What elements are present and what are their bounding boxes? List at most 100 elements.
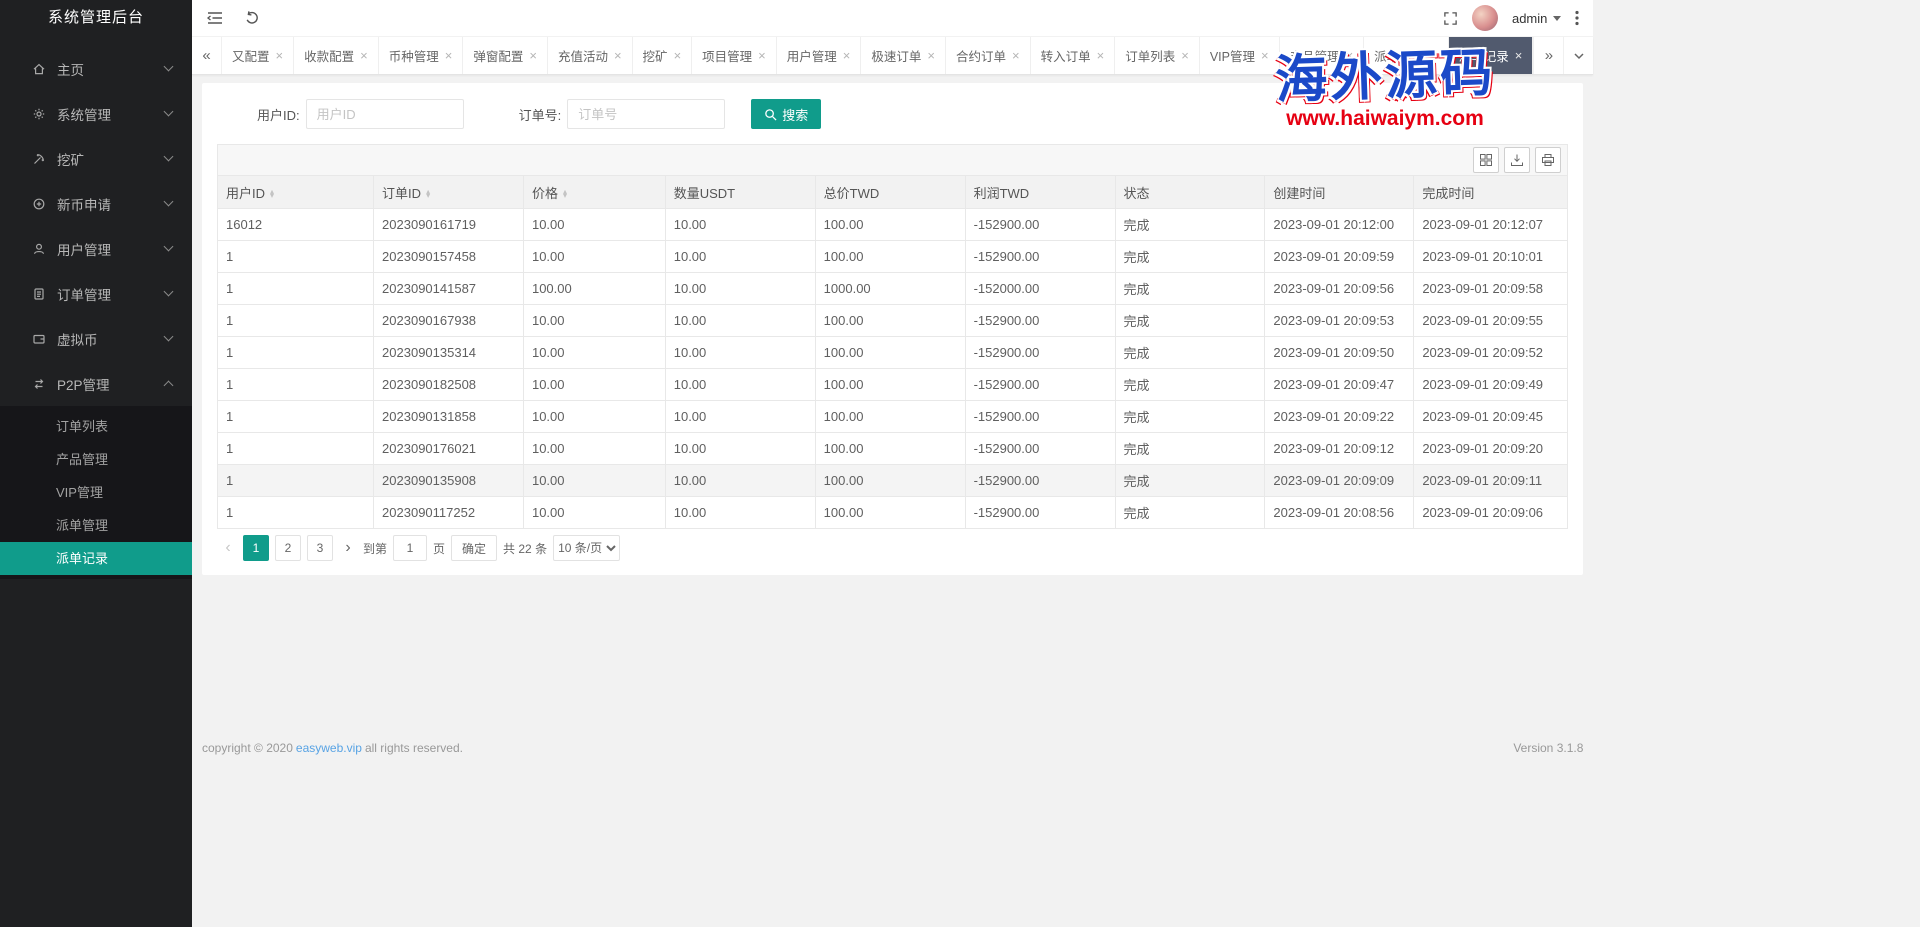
tab-8[interactable]: 极速订单× (861, 37, 946, 74)
sidebar-item-label: 系统管理 (57, 104, 165, 124)
tab-close-icon[interactable]: × (445, 49, 453, 62)
table-row: 1202309011725210.0010.00100.00-152900.00… (218, 497, 1568, 529)
kebab-menu-icon[interactable] (1575, 10, 1579, 26)
tab-3[interactable]: 弹窗配置× (463, 37, 548, 74)
tabs-dropdown-icon[interactable] (1563, 37, 1593, 74)
page-size-select[interactable]: 10 条/页 (553, 535, 620, 561)
pagination-prev-icon[interactable]: ‹ (219, 535, 237, 561)
tab-11[interactable]: 订单列表× (1115, 37, 1200, 74)
sidebar-subitem-order-list[interactable]: 订单列表 (0, 410, 192, 443)
tab-close-icon[interactable]: × (1181, 49, 1189, 62)
tab-1[interactable]: 收款配置× (294, 37, 379, 74)
table-row: 1202309016793810.0010.00100.00-152900.00… (218, 305, 1568, 337)
table-cell: 2023-09-01 20:08:56 (1265, 497, 1414, 529)
pagination-next-icon[interactable]: › (339, 535, 357, 561)
column-header-label: 价格 (532, 186, 558, 201)
tab-close-icon[interactable]: × (529, 49, 537, 62)
column-header-0[interactable]: 用户ID▴▾ (218, 176, 374, 209)
tab-4[interactable]: 充值活动× (548, 37, 633, 74)
sidebar-item-users[interactable]: 用户管理 (0, 226, 192, 271)
tab-close-icon[interactable]: × (1261, 49, 1269, 62)
tab-2[interactable]: 币种管理 × (379, 37, 464, 74)
tab-12[interactable]: VIP管理× (1200, 37, 1280, 74)
tab-label: 币种管理 (389, 46, 439, 65)
table-cell: 100.00 (523, 273, 665, 305)
column-header-1[interactable]: 订单ID ▴▾ (374, 176, 524, 209)
table-cell: 10.00 (523, 337, 665, 369)
user-dropdown[interactable]: admin (1512, 11, 1561, 26)
sidebar-item-system[interactable]: 系统管理 (0, 91, 192, 136)
export-icon[interactable] (1504, 147, 1530, 173)
tab-9[interactable]: 合约订单× (946, 37, 1031, 74)
goto-page-input[interactable] (393, 535, 427, 561)
tab-15[interactable]: 派单记录× (1449, 37, 1534, 74)
pagination-page-3[interactable]: 3 (307, 535, 333, 561)
tab-close-icon[interactable]: × (614, 49, 622, 62)
print-icon[interactable] (1535, 147, 1561, 173)
tab-13[interactable]: 产品管理× (1280, 37, 1365, 74)
filter-columns-icon[interactable] (1473, 147, 1499, 173)
table-cell: -152900.00 (965, 433, 1115, 465)
tab-close-icon[interactable]: × (1346, 49, 1354, 62)
tab-close-icon[interactable]: × (758, 49, 766, 62)
table-cell: 100.00 (815, 337, 965, 369)
easyweb-link[interactable]: easyweb.vip (296, 741, 362, 755)
tab-label: 用户管理 (787, 46, 837, 65)
table-cell: -152900.00 (965, 209, 1115, 241)
fullscreen-icon[interactable] (1443, 11, 1458, 26)
scroll-right-icon[interactable]: » (1533, 37, 1563, 74)
chevron-down-icon (164, 62, 174, 72)
sort-icon[interactable]: ▴▾ (563, 190, 567, 199)
sidebar-item-home[interactable]: 主页 (0, 46, 192, 91)
tab-10[interactable]: 转入订单× (1031, 37, 1116, 74)
search-button[interactable]: 搜索 (751, 99, 821, 129)
tab-close-icon[interactable]: × (1012, 49, 1020, 62)
pagination-page-1[interactable]: 1 (243, 535, 269, 561)
sidebar-item-p2p[interactable]: P2P管理 (0, 361, 192, 406)
tab-close-icon[interactable]: × (1430, 49, 1438, 62)
goto-confirm-button[interactable]: 确定 (451, 535, 497, 561)
sidebar-subitem-product[interactable]: 产品管理 (0, 443, 192, 476)
tab-close-icon[interactable]: × (360, 49, 368, 62)
table-cell: 10.00 (665, 337, 815, 369)
tab-close-icon[interactable]: × (674, 49, 682, 62)
sidebar-item-virtual-coin[interactable]: 虚拟币 (0, 316, 192, 361)
tab-close-icon[interactable]: × (276, 49, 284, 62)
table-cell: 10.00 (665, 433, 815, 465)
sidebar-item-mining[interactable]: 挖矿 (0, 136, 192, 181)
tab-7[interactable]: 用户管理 × (777, 37, 862, 74)
table-cell: 2023-09-01 20:12:07 (1414, 209, 1568, 241)
sidebar-subitem-vip[interactable]: VIP管理 (0, 476, 192, 509)
sort-icon[interactable]: ▴▾ (426, 190, 430, 199)
tab-close-icon[interactable]: × (843, 49, 851, 62)
refresh-icon[interactable] (244, 10, 260, 26)
column-header-2[interactable]: 价格 ▴▾ (523, 176, 665, 209)
user-avatar[interactable] (1472, 5, 1498, 31)
column-header-5: 利润TWD (965, 176, 1115, 209)
sort-icon[interactable]: ▴▾ (270, 190, 274, 199)
order-no-input[interactable] (567, 99, 725, 129)
tab-14[interactable]: 派单管理× (1364, 37, 1449, 74)
column-header-label: 订单ID (382, 186, 421, 201)
tab-close-icon[interactable]: × (1515, 49, 1523, 62)
tab-0[interactable]: 又配置× (222, 37, 294, 74)
user-id-input[interactable] (306, 99, 464, 129)
sidebar-item-orders[interactable]: 订单管理 (0, 271, 192, 316)
scroll-left-icon[interactable]: « (192, 37, 222, 74)
sidebar-item-new-coin[interactable]: 新币申请 (0, 181, 192, 226)
tab-close-icon[interactable]: × (1097, 49, 1105, 62)
search-icon (764, 108, 777, 121)
tab-5[interactable]: 挖矿× (633, 37, 693, 74)
column-header-7: 创建时间 (1265, 176, 1414, 209)
table-cell: 100.00 (815, 465, 965, 497)
table-cell: 2023090176021 (374, 433, 524, 465)
pagination-page-2[interactable]: 2 (275, 535, 301, 561)
table-cell: 10.00 (665, 401, 815, 433)
sidebar-subitem-dispatch-records[interactable]: 派单记录 (0, 542, 192, 575)
table-cell: 10.00 (523, 465, 665, 497)
table-cell: 2023-09-01 20:09:22 (1265, 401, 1414, 433)
sidebar-subitem-dispatch[interactable]: 派单管理 (0, 509, 192, 542)
tab-close-icon[interactable]: × (927, 49, 935, 62)
collapse-menu-icon[interactable] (206, 11, 224, 25)
tab-6[interactable]: 项目管理× (692, 37, 777, 74)
